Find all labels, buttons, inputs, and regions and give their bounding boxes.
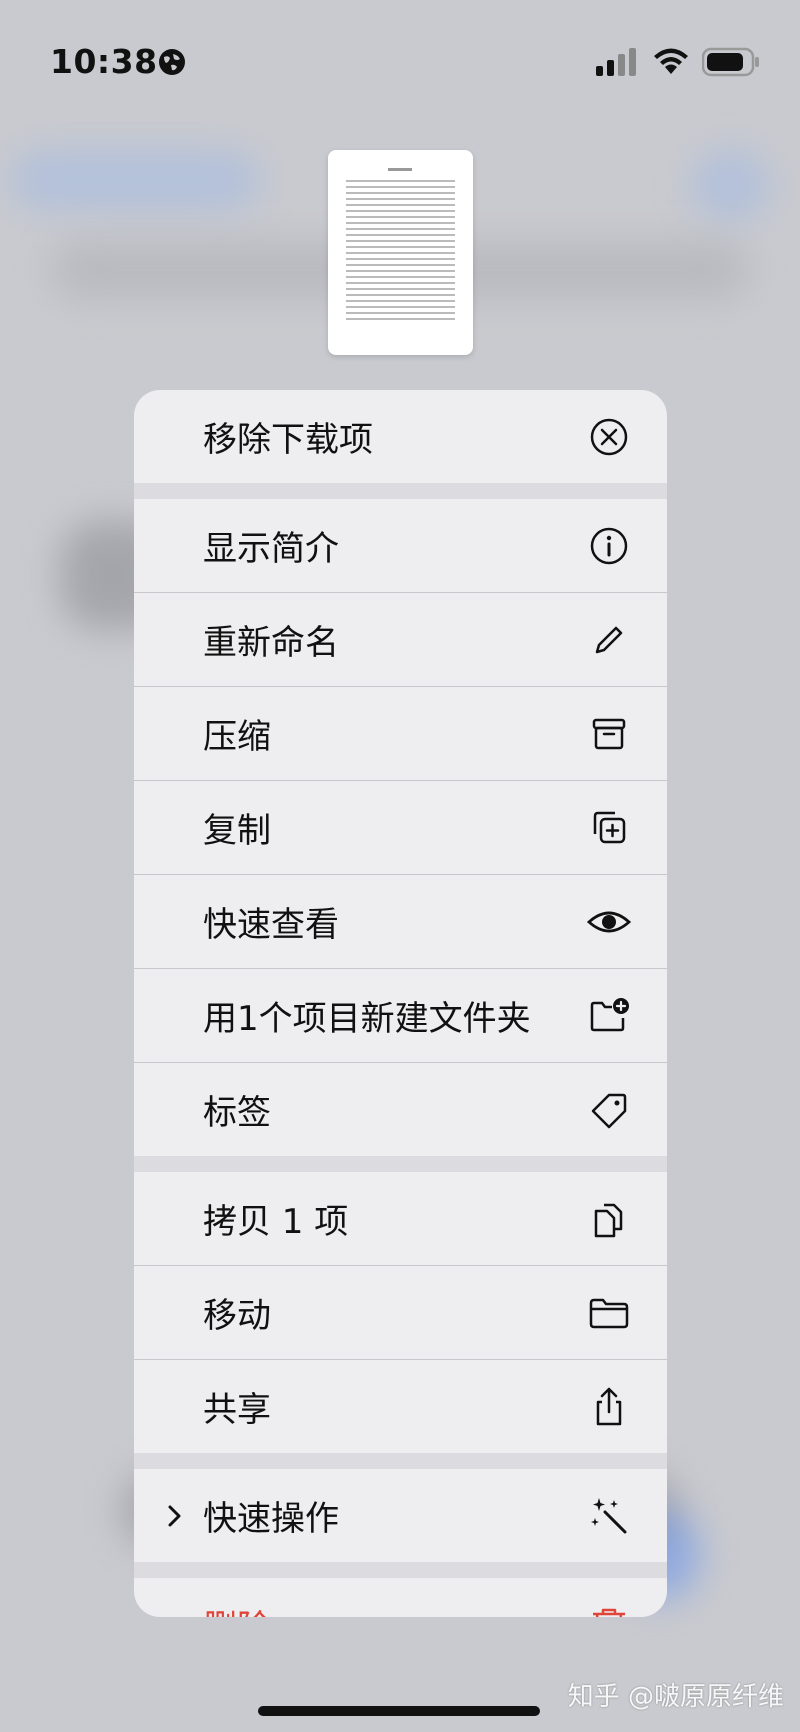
- magic-wand-icon: [591, 1497, 627, 1533]
- info-circle-icon: [590, 527, 628, 564]
- menu-item-label: 重新命名: [203, 623, 339, 663]
- pencil-icon: [595, 626, 623, 653]
- globe-icon: [159, 49, 185, 75]
- group-separator: [134, 483, 667, 499]
- folder-badge-plus-icon: [590, 997, 629, 1031]
- share-menu-item[interactable]: 共享: [134, 1360, 667, 1453]
- context-menu: 移除下载项 显示简介 重新命名 压缩 复制 快速查看 用1个项目新建文件夹 标签…: [134, 390, 667, 1617]
- duplicate-menu-item[interactable]: 复制: [134, 781, 667, 875]
- quick-look-menu-item[interactable]: 快速查看: [134, 875, 667, 969]
- chevron-right-icon: [168, 1505, 181, 1526]
- archive-box-icon: [592, 718, 626, 749]
- menu-item-label: 用1个项目新建文件夹: [203, 999, 531, 1039]
- quick-actions-menu-item[interactable]: 快速操作: [134, 1469, 667, 1562]
- menu-item-label: 快速操作: [203, 1499, 339, 1539]
- new-folder-with-item-menu-item[interactable]: 用1个项目新建文件夹: [134, 969, 667, 1063]
- battery-icon: [702, 47, 759, 77]
- rename-menu-item[interactable]: 重新命名: [134, 593, 667, 687]
- group-separator: [134, 1453, 667, 1469]
- tags-menu-item[interactable]: 标签: [134, 1063, 667, 1156]
- blurred-background: [10, 150, 260, 210]
- remove-circle-icon: [590, 418, 628, 455]
- menu-item-label: 快速查看: [203, 905, 339, 945]
- home-indicator[interactable]: [258, 1706, 540, 1716]
- delete-menu-item[interactable]: 删除: [134, 1578, 667, 1617]
- duplicate-icon: [593, 811, 626, 843]
- menu-item-label: 显示简介: [203, 529, 339, 569]
- remove-download-menu-item[interactable]: 移除下载项: [134, 390, 667, 483]
- share-icon: [596, 1387, 622, 1425]
- menu-item-label: 标签: [203, 1093, 271, 1133]
- cellular-signal-icon: [596, 48, 636, 76]
- menu-item-label: 移动: [203, 1296, 271, 1336]
- trash-icon: [593, 1608, 625, 1617]
- tag-icon: [591, 1093, 627, 1128]
- folder-icon: [589, 1298, 629, 1328]
- document-thumbnail[interactable]: [328, 150, 473, 355]
- move-menu-item[interactable]: 移动: [134, 1266, 667, 1360]
- copy-documents-icon: [594, 1203, 623, 1237]
- group-separator: [134, 1156, 667, 1172]
- menu-item-label: 共享: [203, 1390, 271, 1430]
- group-separator: [134, 1562, 667, 1578]
- watermark: 知乎 @啵原原纤维: [567, 1682, 784, 1712]
- menu-item-label: 移除下载项: [203, 420, 373, 460]
- get-info-menu-item[interactable]: 显示简介: [134, 499, 667, 593]
- menu-item-label: 复制: [203, 811, 271, 851]
- status-time: 10:38: [50, 42, 158, 81]
- eye-icon: [587, 911, 631, 932]
- menu-item-label: 压缩: [203, 717, 271, 757]
- copy-item-menu-item[interactable]: 拷贝 1 项: [134, 1172, 667, 1266]
- blurred-background: [690, 150, 770, 220]
- wifi-icon: [654, 48, 688, 74]
- menu-item-label: 拷贝 1 项: [203, 1202, 349, 1242]
- menu-item-label: 删除: [203, 1600, 271, 1617]
- compress-menu-item[interactable]: 压缩: [134, 687, 667, 781]
